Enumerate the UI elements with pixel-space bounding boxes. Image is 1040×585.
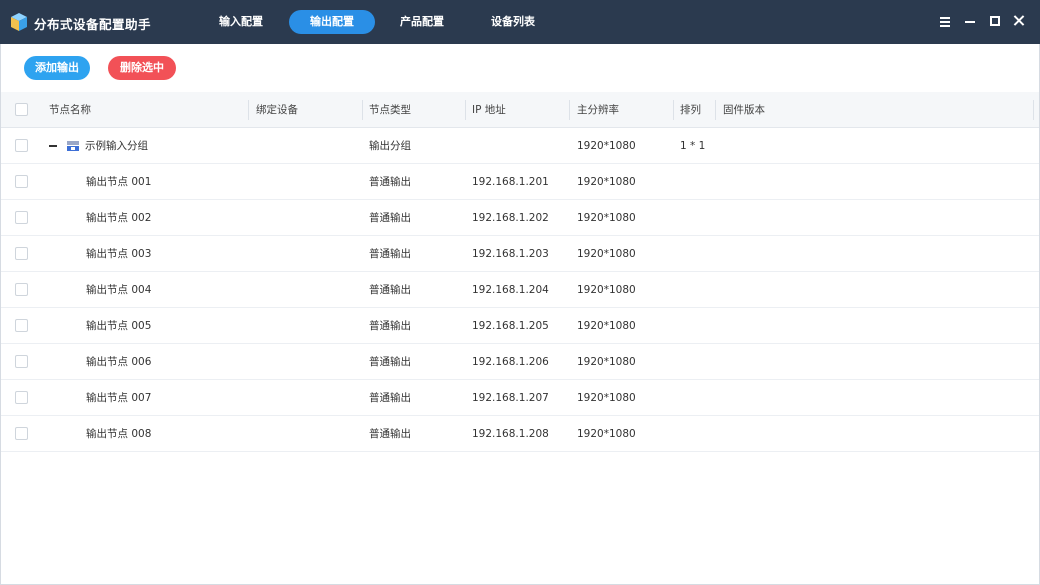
table-row[interactable]: 输出节点 002 普通输出 192.168.1.202 1920*1080 <box>1 200 1039 236</box>
column-divider[interactable] <box>715 100 716 120</box>
node-ip: 192.168.1.202 <box>472 212 549 224</box>
delete-selected-button[interactable]: 删除选中 <box>108 56 176 80</box>
header-firmware-version: 固件版本 <box>723 104 765 116</box>
column-divider[interactable] <box>248 100 249 120</box>
node-type: 普通输出 <box>369 392 411 404</box>
node-name: 输出节点 002 <box>86 212 152 224</box>
node-type: 普通输出 <box>369 176 411 188</box>
table-row[interactable]: 输出节点 004 普通输出 192.168.1.204 1920*1080 <box>1 272 1039 308</box>
tab-device-list[interactable]: 设备列表 <box>470 10 556 34</box>
table-row[interactable]: 输出节点 005 普通输出 192.168.1.205 1920*1080 <box>1 308 1039 344</box>
node-ip: 192.168.1.207 <box>472 392 549 404</box>
column-divider[interactable] <box>362 100 363 120</box>
node-name: 输出节点 001 <box>86 176 152 188</box>
node-ip: 192.168.1.208 <box>472 428 549 440</box>
header-bound-device: 绑定设备 <box>256 104 298 116</box>
add-output-button[interactable]: 添加输出 <box>24 56 90 80</box>
group-icon <box>67 141 79 151</box>
node-type: 普通输出 <box>369 320 411 332</box>
app-title: 分布式设备配置助手 <box>34 17 152 32</box>
node-name: 输出节点 005 <box>86 320 152 332</box>
node-ip: 192.168.1.204 <box>472 284 549 296</box>
row-checkbox[interactable] <box>15 283 28 296</box>
row-checkbox[interactable] <box>15 211 28 224</box>
node-resolution: 1920*1080 <box>577 248 636 260</box>
node-name: 输出节点 003 <box>86 248 152 260</box>
row-checkbox[interactable] <box>15 139 28 152</box>
group-row[interactable]: 示例输入分组 输出分组 1920*1080 1 * 1 <box>1 128 1039 164</box>
header-ip-address: IP 地址 <box>472 104 506 116</box>
node-type: 普通输出 <box>369 284 411 296</box>
node-name: 输出节点 008 <box>86 428 152 440</box>
row-checkbox[interactable] <box>15 355 28 368</box>
group-type: 输出分组 <box>369 140 411 152</box>
node-ip: 192.168.1.201 <box>472 176 549 188</box>
node-name: 输出节点 007 <box>86 392 152 404</box>
menu-icon[interactable] <box>937 13 953 29</box>
node-ip: 192.168.1.206 <box>472 356 549 368</box>
column-divider[interactable] <box>1033 100 1034 120</box>
node-ip: 192.168.1.205 <box>472 320 549 332</box>
table-body: 输出节点 001 普通输出 192.168.1.201 1920*1080 输出节点 0… <box>1 164 1039 452</box>
node-resolution: 1920*1080 <box>577 320 636 332</box>
node-type: 普通输出 <box>369 428 411 440</box>
header-node-name: 节点名称 <box>49 104 91 116</box>
collapse-icon[interactable] <box>49 145 57 147</box>
header-node-type: 节点类型 <box>369 104 411 116</box>
group-resolution: 1920*1080 <box>577 140 636 152</box>
table-row[interactable]: 输出节点 007 普通输出 192.168.1.207 1920*1080 <box>1 380 1039 416</box>
tab-product-config[interactable]: 产品配置 <box>379 10 465 34</box>
node-type: 普通输出 <box>369 356 411 368</box>
group-name: 示例输入分组 <box>85 140 148 152</box>
tab-input-config[interactable]: 输入配置 <box>198 10 284 34</box>
main-content: 添加输出 删除选中 节点名称 绑定设备 节点类型 IP 地址 主分辨率 排列 固… <box>0 44 1040 585</box>
node-resolution: 1920*1080 <box>577 392 636 404</box>
node-resolution: 1920*1080 <box>577 428 636 440</box>
column-divider[interactable] <box>569 100 570 120</box>
row-checkbox[interactable] <box>15 175 28 188</box>
group-arrangement: 1 * 1 <box>680 140 706 152</box>
node-resolution: 1920*1080 <box>577 176 636 188</box>
row-checkbox[interactable] <box>15 247 28 260</box>
node-type: 普通输出 <box>369 248 411 260</box>
node-resolution: 1920*1080 <box>577 212 636 224</box>
maximize-icon[interactable] <box>987 13 1003 29</box>
select-all-checkbox[interactable] <box>15 103 28 116</box>
row-checkbox[interactable] <box>15 391 28 404</box>
header-arrangement: 排列 <box>680 104 701 116</box>
table-row[interactable]: 输出节点 006 普通输出 192.168.1.206 1920*1080 <box>1 344 1039 380</box>
node-resolution: 1920*1080 <box>577 356 636 368</box>
table-row[interactable]: 输出节点 008 普通输出 192.168.1.208 1920*1080 <box>1 416 1039 452</box>
column-divider[interactable] <box>673 100 674 120</box>
output-table: 节点名称 绑定设备 节点类型 IP 地址 主分辨率 排列 固件版本 示例输入分组 <box>1 92 1039 452</box>
table-row[interactable]: 输出节点 003 普通输出 192.168.1.203 1920*1080 <box>1 236 1039 272</box>
minimize-icon[interactable] <box>962 13 978 29</box>
node-name: 输出节点 004 <box>86 284 152 296</box>
row-checkbox[interactable] <box>15 319 28 332</box>
table-row[interactable]: 输出节点 001 普通输出 192.168.1.201 1920*1080 <box>1 164 1039 200</box>
node-name: 输出节点 006 <box>86 356 152 368</box>
title-bar: 分布式设备配置助手 输入配置 输出配置 产品配置 设备列表 <box>0 0 1040 44</box>
row-checkbox[interactable] <box>15 427 28 440</box>
table-header: 节点名称 绑定设备 节点类型 IP 地址 主分辨率 排列 固件版本 <box>1 92 1039 128</box>
header-resolution: 主分辨率 <box>577 104 619 116</box>
column-divider[interactable] <box>465 100 466 120</box>
tab-output-config[interactable]: 输出配置 <box>289 10 375 34</box>
app-logo-icon <box>11 13 27 31</box>
node-type: 普通输出 <box>369 212 411 224</box>
close-icon[interactable] <box>1011 13 1027 29</box>
node-resolution: 1920*1080 <box>577 284 636 296</box>
node-ip: 192.168.1.203 <box>472 248 549 260</box>
